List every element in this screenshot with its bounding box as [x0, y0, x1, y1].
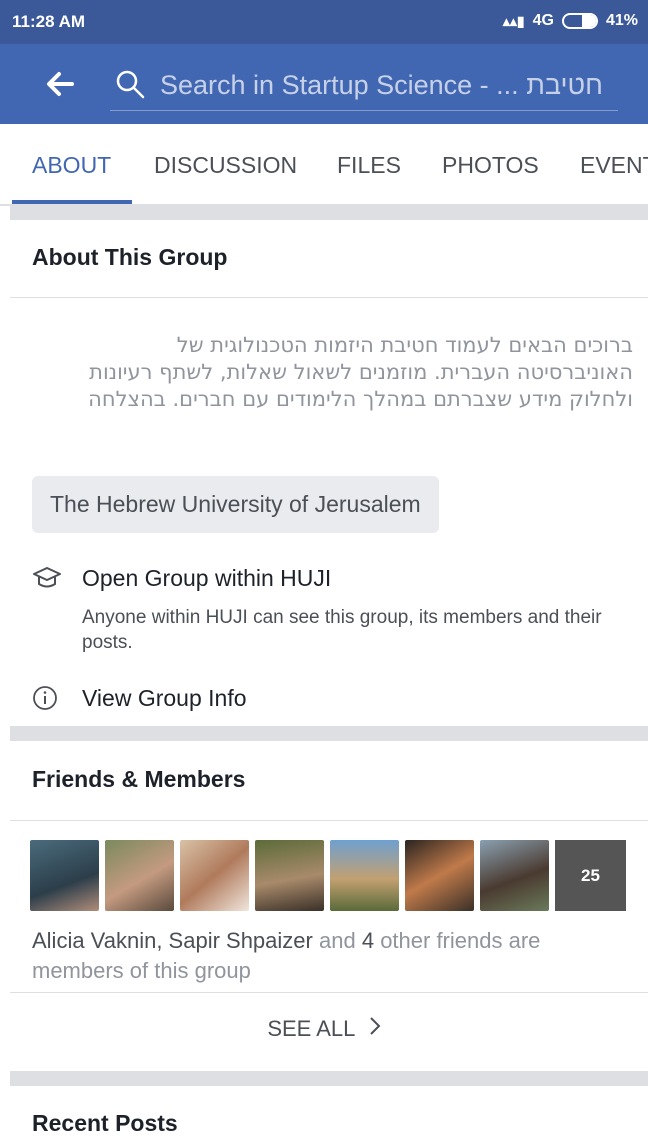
friends-summary: Alicia Vaknin, Sapir Shpaizer and 4 othe… — [32, 926, 632, 986]
avatar[interactable] — [330, 840, 399, 911]
active-tab-indicator — [12, 200, 132, 204]
avatar[interactable] — [30, 840, 99, 911]
divider — [10, 992, 648, 993]
friend-names[interactable]: Alicia Vaknin, Sapir Shpaizer — [32, 928, 313, 953]
avatar[interactable] — [480, 840, 549, 911]
avatar[interactable] — [255, 840, 324, 911]
search-placeholder: Search in Startup Science - ... חטיבת — [160, 70, 603, 100]
network-type: 4G — [532, 12, 554, 29]
back-arrow-icon[interactable] — [42, 66, 78, 102]
avatar[interactable] — [105, 840, 174, 911]
section-separator — [10, 1071, 648, 1086]
privacy-title: Open Group within HUJI — [82, 565, 332, 591]
divider — [10, 820, 648, 821]
status-bar: 11:28 AM ▴▴▮ 4G 41% — [0, 0, 648, 44]
tab-photos[interactable]: PHOTOS — [442, 152, 539, 179]
members-section-title: Friends & Members — [32, 766, 246, 792]
graduation-cap-icon — [32, 564, 62, 597]
avatar[interactable] — [405, 840, 474, 911]
app-header: Search in Startup Science - ... חטיבת — [0, 44, 648, 124]
about-section-title: About This Group — [32, 244, 228, 270]
friend-count: 4 — [361, 928, 375, 953]
status-time: 11:28 AM — [12, 12, 86, 31]
see-all-label: SEE ALL — [267, 1016, 355, 1041]
see-all-button[interactable]: SEE ALL — [0, 1016, 648, 1042]
tab-events[interactable]: EVENTS — [580, 152, 648, 179]
group-description: ברוכים הבאים לעמוד חטיבת היזמות הטכנולוג… — [88, 333, 633, 411]
privacy-description: Anyone within HUJI can see this group, i… — [82, 607, 602, 653]
more-members-count[interactable]: 25 — [555, 840, 626, 911]
info-icon — [32, 685, 58, 716]
university-tag[interactable]: The Hebrew University of Jerusalem — [32, 476, 439, 533]
battery-percent: 41% — [605, 12, 638, 29]
search-input[interactable]: Search in Startup Science - ... חטיבת — [110, 58, 618, 111]
tab-about[interactable]: ABOUT — [32, 152, 111, 179]
avatar[interactable] — [180, 840, 249, 911]
tab-discussion[interactable]: DISCUSSION — [154, 152, 297, 179]
battery-icon — [561, 13, 598, 29]
friends-and: and — [318, 928, 356, 953]
signal-icon: ▴▴▮ — [502, 12, 525, 29]
tab-files[interactable]: FILES — [337, 152, 401, 179]
section-separator — [10, 726, 648, 741]
status-icons: ▴▴▮ 4G 41% — [503, 12, 638, 30]
tab-bar: ABOUT DISCUSSION FILES PHOTOS EVENTS — [0, 124, 648, 206]
search-icon — [114, 68, 146, 105]
member-avatars: 25 — [30, 840, 626, 911]
chevron-right-icon — [369, 1016, 381, 1042]
divider — [10, 297, 648, 298]
view-group-info-link[interactable]: View Group Info — [82, 685, 247, 712]
section-separator — [10, 206, 648, 220]
